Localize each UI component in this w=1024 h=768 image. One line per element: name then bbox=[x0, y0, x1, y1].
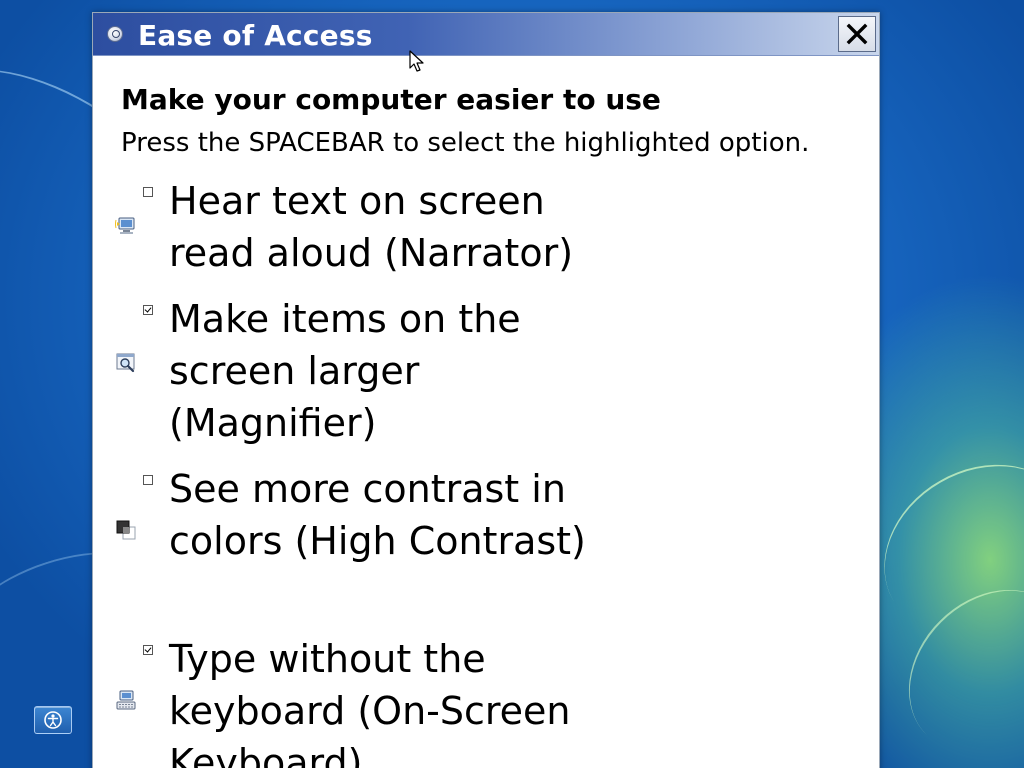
ease-of-access-button[interactable] bbox=[34, 706, 72, 734]
on-screen-keyboard-checkbox[interactable] bbox=[143, 645, 153, 655]
title-bar[interactable]: Ease of Access bbox=[93, 13, 879, 56]
narrator-icon bbox=[115, 217, 135, 234]
close-button[interactable] bbox=[838, 16, 876, 52]
option-magnifier[interactable]: Make items on the screen larger (Magnifi… bbox=[93, 293, 633, 453]
dialog-title: Ease of Access bbox=[138, 19, 373, 52]
ease-of-access-title-icon bbox=[107, 26, 123, 42]
on-screen-keyboard-label: Type without the keyboard (On-Screen Key… bbox=[169, 637, 571, 768]
option-high-contrast[interactable]: See more contrast in colors (High Contra… bbox=[93, 463, 633, 623]
on-screen-keyboard-icon bbox=[116, 690, 136, 710]
close-icon bbox=[846, 23, 868, 45]
dialog-heading: Make your computer easier to use bbox=[121, 83, 661, 116]
narrator-label: Hear text on screen read aloud (Narrator… bbox=[169, 179, 574, 275]
high-contrast-label: See more contrast in colors (High Contra… bbox=[169, 467, 586, 563]
narrator-checkbox[interactable] bbox=[143, 187, 153, 197]
dialog-instruction: Press the SPACEBAR to select the highlig… bbox=[121, 128, 810, 158]
magnifier-icon bbox=[116, 353, 135, 373]
high-contrast-checkbox[interactable] bbox=[143, 475, 153, 485]
ease-of-access-dialog: Ease of Access Make your computer easier… bbox=[92, 12, 880, 768]
magnifier-label: Make items on the screen larger (Magnifi… bbox=[169, 297, 521, 445]
mouse-cursor-icon bbox=[409, 50, 424, 72]
high-contrast-icon bbox=[116, 520, 136, 540]
option-narrator[interactable]: Hear text on screen read aloud (Narrator… bbox=[93, 175, 633, 285]
magnifier-checkbox[interactable] bbox=[143, 305, 153, 315]
option-on-screen-keyboard[interactable]: Type without the keyboard (On-Screen Key… bbox=[93, 633, 633, 768]
ease-of-access-icon bbox=[44, 711, 62, 729]
